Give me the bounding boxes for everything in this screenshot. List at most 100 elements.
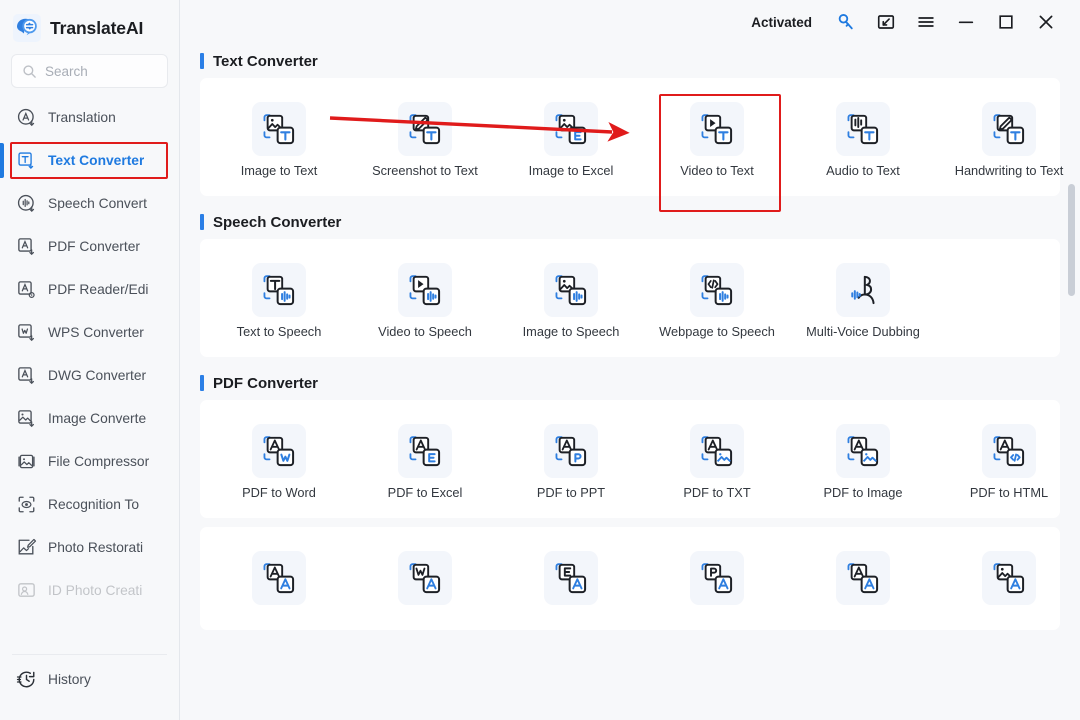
image-to-excel-icon xyxy=(544,102,598,156)
tile-label: Audio to Text xyxy=(826,163,900,178)
tile-wps-to-pdf[interactable] xyxy=(352,543,498,618)
tile-pdf-to-txt[interactable]: PDF to TXT xyxy=(644,416,790,506)
tile-label: Text to Speech xyxy=(236,324,322,339)
history-icon xyxy=(16,669,37,690)
tile-txt-to-pdf[interactable] xyxy=(790,543,936,618)
sidebar-item-dwg-converter[interactable]: DWG Converter xyxy=(0,354,179,397)
multi-voice-dubbing-icon xyxy=(836,263,890,317)
section-title: Speech Converter xyxy=(213,213,342,231)
tile-audio-to-text[interactable]: Audio to Text xyxy=(790,94,936,184)
tile-label: Video to Text xyxy=(680,163,754,178)
close-icon[interactable] xyxy=(1026,4,1066,40)
section-accent-bar xyxy=(200,375,204,391)
restore-down-icon[interactable] xyxy=(866,4,906,40)
key-icon[interactable] xyxy=(826,4,866,40)
sidebar-item-label: File Compressor xyxy=(48,454,150,469)
tile-excel-to-pdf[interactable] xyxy=(498,543,644,618)
pdf-converter-icon xyxy=(16,236,37,257)
tile-video-to-text[interactable]: Video to Text xyxy=(644,94,790,212)
section-title: Text Converter xyxy=(213,52,318,70)
sidebar-item-id-photo-creation[interactable]: ID Photo Creati xyxy=(0,569,179,612)
file-compressor-icon xyxy=(16,451,37,472)
tile-label: Image to Text xyxy=(240,163,318,178)
title-bar: Activated xyxy=(180,0,1080,44)
tile-grid: Image to Text Screenshot to Text Image t… xyxy=(200,94,1063,212)
sidebar-item-speech-convert[interactable]: Speech Convert xyxy=(0,182,179,225)
tile-word-to-pdf[interactable] xyxy=(206,543,352,618)
tile-pdf-to-image[interactable]: PDF to Image xyxy=(790,416,936,506)
content-scroll-area[interactable]: Text Converter Image to Text Screenshot … xyxy=(180,44,1080,720)
tile-label: Image to Excel xyxy=(528,163,614,178)
txt-to-pdf-icon xyxy=(836,551,890,605)
wps-to-pdf-icon xyxy=(398,551,452,605)
minimize-icon[interactable] xyxy=(946,4,986,40)
panel-text-converter: Image to Text Screenshot to Text Image t… xyxy=(200,78,1063,212)
tile-label: PDF to Image xyxy=(823,485,903,500)
tile-video-to-speech[interactable]: Video to Speech xyxy=(352,255,498,345)
panel-speech-converter: Text to Speech Video to Speech Image to … xyxy=(200,239,1060,357)
sidebar-item-wps-converter[interactable]: WPS Converter xyxy=(0,311,179,354)
tile-multi-voice-dubbing[interactable]: Multi-Voice Dubbing xyxy=(790,255,936,345)
tile-pdf-to-ppt[interactable]: PDF to PPT xyxy=(498,416,644,506)
pdf-reader-editor-icon xyxy=(16,279,37,300)
sidebar-item-file-compressor[interactable]: File Compressor xyxy=(0,440,179,483)
tile-label: Screenshot to Text xyxy=(372,163,478,178)
speech-convert-icon xyxy=(16,193,37,214)
sidebar-item-history[interactable]: History xyxy=(0,658,179,701)
maximize-icon[interactable] xyxy=(986,4,1026,40)
sidebar-item-text-converter[interactable]: Text Converter xyxy=(0,139,179,182)
tile-pdf-to-word[interactable]: PDF to Word xyxy=(206,416,352,506)
tile-webpage-to-speech[interactable]: Webpage to Speech xyxy=(644,255,790,345)
dwg-converter-icon xyxy=(16,365,37,386)
tile-image-to-excel[interactable]: Image to Excel xyxy=(498,94,644,184)
sidebar-item-label: ID Photo Creati xyxy=(48,583,143,598)
section-header-speech-converter: Speech Converter xyxy=(200,205,1060,239)
sidebar-item-recognition-tool[interactable]: Recognition To xyxy=(0,483,179,526)
tile-label: PDF to TXT xyxy=(683,485,751,500)
menu-icon[interactable] xyxy=(906,4,946,40)
tile-image-to-speech[interactable]: Image to Speech xyxy=(498,255,644,345)
tile-label: PDF to Excel xyxy=(387,485,463,500)
sidebar-item-pdf-converter[interactable]: PDF Converter xyxy=(0,225,179,268)
search-input[interactable] xyxy=(45,63,157,79)
id-photo-creation-icon xyxy=(16,580,37,601)
tile-pdf-to-excel[interactable]: PDF to Excel xyxy=(352,416,498,506)
pdf-to-image-icon xyxy=(836,424,890,478)
pdf-to-ppt-icon xyxy=(544,424,598,478)
search-icon xyxy=(22,64,37,79)
tile-ppt-to-pdf[interactable] xyxy=(644,543,790,618)
sidebar-item-label: Recognition To xyxy=(48,497,140,512)
ppt-to-pdf-icon xyxy=(690,551,744,605)
search-box[interactable] xyxy=(11,54,168,88)
audio-to-text-icon xyxy=(836,102,890,156)
sidebar-item-label: PDF Reader/Edi xyxy=(48,282,149,297)
word-to-pdf-icon xyxy=(252,551,306,605)
tile-label: PDF to PPT xyxy=(536,485,606,500)
tile-text-to-speech[interactable]: Text to Speech xyxy=(206,255,352,345)
sidebar-item-image-converter[interactable]: Image Converte xyxy=(0,397,179,440)
handwriting-to-text-icon xyxy=(982,102,1036,156)
sidebar-item-pdf-reader-editor[interactable]: PDF Reader/Edi xyxy=(0,268,179,311)
tile-image-to-text[interactable]: Image to Text xyxy=(206,94,352,184)
sidebar-item-translation[interactable]: Translation xyxy=(0,96,179,139)
sidebar-item-label: Photo Restorati xyxy=(48,540,144,555)
tile-label: Handwriting to Text xyxy=(954,163,1064,178)
webpage-to-speech-icon xyxy=(690,263,744,317)
tile-pdf-to-html[interactable]: PDF to HTML xyxy=(936,416,1080,506)
translate-bubble-logo-icon xyxy=(13,14,41,42)
tile-grid xyxy=(200,543,1060,618)
scrollbar-thumb[interactable] xyxy=(1068,184,1075,296)
sidebar-item-label: DWG Converter xyxy=(48,368,147,383)
tile-label: Webpage to Speech xyxy=(659,324,775,339)
pdf-to-excel-icon xyxy=(398,424,452,478)
sidebar-item-photo-restoration[interactable]: Photo Restorati xyxy=(0,526,179,569)
tile-screenshot-to-text[interactable]: Screenshot to Text xyxy=(352,94,498,184)
tile-handwriting-to-text[interactable]: Handwriting to Text xyxy=(936,94,1080,184)
pdf-to-word-icon xyxy=(252,424,306,478)
tile-image-to-pdf[interactable] xyxy=(936,543,1080,618)
tile-grid: PDF to Word PDF to Excel PDF to PPT PDF … xyxy=(200,416,1060,506)
excel-to-pdf-icon xyxy=(544,551,598,605)
tile-grid: Text to Speech Video to Speech Image to … xyxy=(200,255,1060,345)
sidebar-item-label: Image Converte xyxy=(48,411,147,426)
image-to-speech-icon xyxy=(544,263,598,317)
